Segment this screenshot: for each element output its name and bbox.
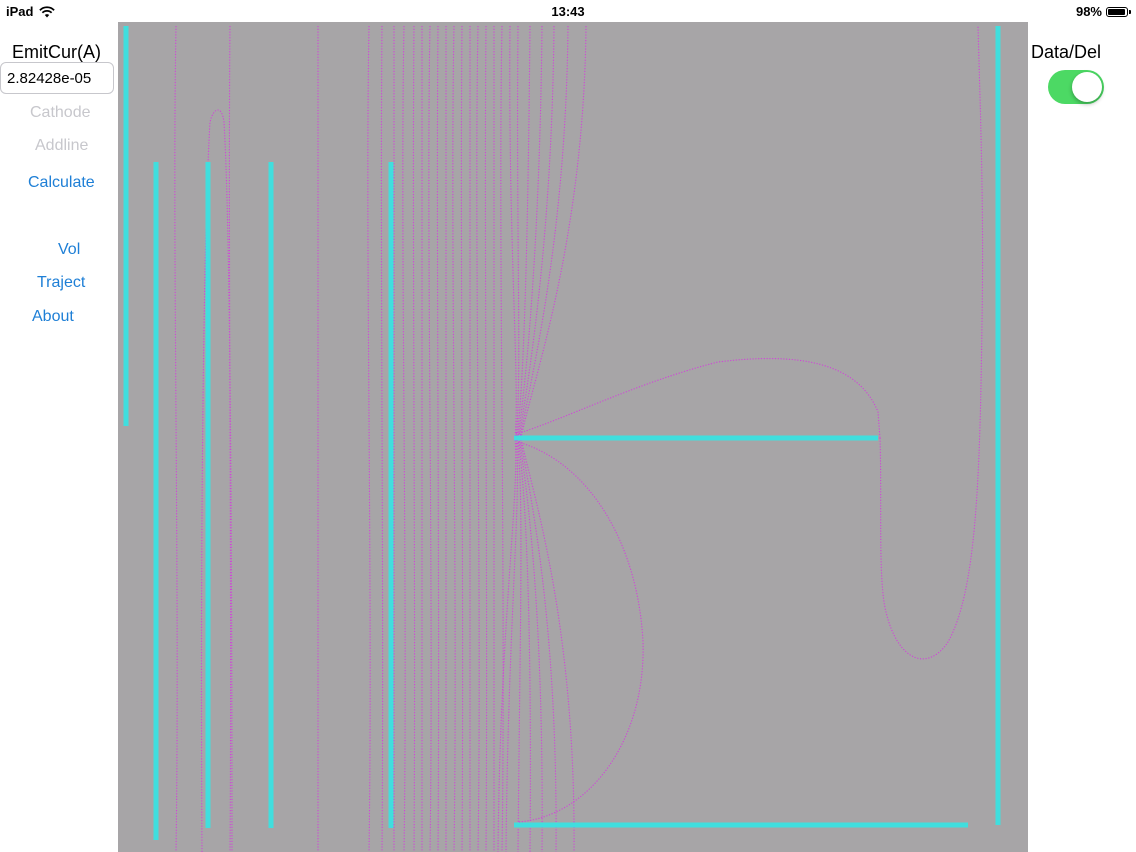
clock: 13:43 <box>551 4 585 19</box>
equipotential-line <box>402 25 406 852</box>
addline-button[interactable]: Addline <box>35 137 88 155</box>
right-panel: Data/Del <box>1028 22 1136 852</box>
status-bar: iPad 13:43 98% <box>0 0 1136 22</box>
emit-current-title: EmitCur(A) <box>12 42 101 62</box>
cathode-button[interactable]: Cathode <box>30 104 91 122</box>
equipotential-line <box>484 25 488 852</box>
equipotential-line <box>500 25 504 852</box>
equipotential-line <box>412 25 416 852</box>
battery-icon <box>1106 6 1131 17</box>
equipotential-line <box>428 25 432 852</box>
emit-current-input[interactable] <box>0 62 114 94</box>
about-button[interactable]: About <box>32 308 74 326</box>
field-canvas[interactable] <box>118 22 1028 852</box>
equipotential-line <box>380 25 384 852</box>
status-right: 98% <box>1075 4 1131 19</box>
equipotential-line <box>367 25 371 852</box>
equipotential-line <box>174 25 178 852</box>
battery-percent: 98% <box>1075 4 1102 19</box>
equipotential-lower-curve <box>517 441 644 823</box>
toggle-knob <box>1072 72 1102 102</box>
equipotential-line <box>228 25 232 852</box>
sidebar: EmitCur(A) Cathode Addline Calculate Vol… <box>0 22 118 852</box>
field-plot <box>123 25 1001 852</box>
data-del-label: Data/Del <box>1031 42 1102 62</box>
equipotential-line <box>476 25 480 852</box>
equipotential-line <box>452 25 456 852</box>
vol-button[interactable]: Vol <box>58 241 80 259</box>
equipotential-upper-lobe <box>515 357 881 439</box>
equipotential-line <box>460 25 464 852</box>
equipotential-right-hook <box>879 25 984 660</box>
equipotential-line <box>436 25 440 852</box>
traject-button[interactable]: Traject <box>37 274 85 292</box>
data-del-toggle[interactable] <box>1048 70 1104 104</box>
calculate-button[interactable]: Calculate <box>28 174 95 192</box>
